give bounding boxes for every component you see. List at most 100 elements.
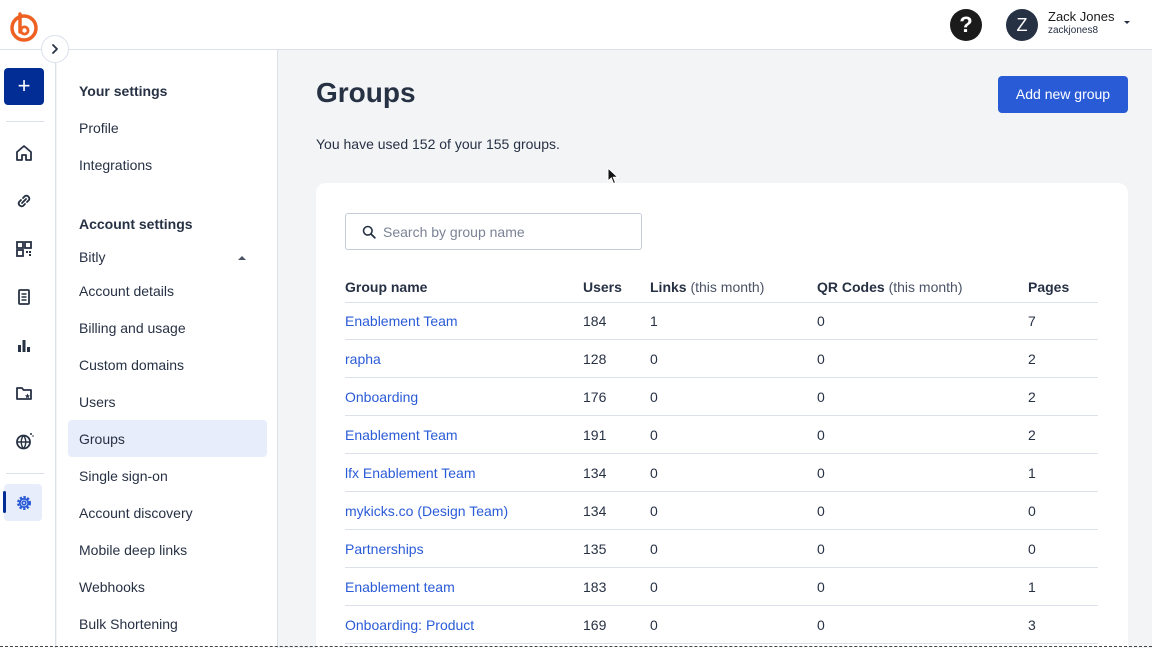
links-count: 0: [650, 465, 658, 481]
nav-item-bulk-shortening[interactable]: Bulk Shortening: [79, 616, 178, 632]
pages-count: 2: [1028, 351, 1036, 367]
caret-down-icon[interactable]: [1122, 17, 1132, 27]
column-header-sublabel: (this month): [686, 279, 765, 295]
group-name-link[interactable]: Enablement team: [345, 579, 455, 595]
table-row: lfx Enablement Team 134 0 0 1: [345, 454, 1098, 492]
column-header-label: Pages: [1028, 279, 1070, 295]
column-header-sublabel: (this month): [884, 279, 963, 295]
qr-codes-count: 0: [817, 427, 825, 443]
nav-item-mobile-deep-links[interactable]: Mobile deep links: [79, 542, 187, 558]
mouse-cursor-icon: [607, 167, 619, 185]
nav-item-account-discovery[interactable]: Account discovery: [79, 505, 193, 521]
analytics-icon[interactable]: [12, 333, 36, 357]
qr-codes-count: 0: [817, 465, 825, 481]
pages-count: 2: [1028, 389, 1036, 405]
links-count: 0: [650, 351, 658, 367]
links-count: 0: [650, 617, 658, 633]
pages-count: 1: [1028, 465, 1036, 481]
group-name-link[interactable]: lfx Enablement Team: [345, 465, 475, 481]
nav-item-groups[interactable]: Groups: [79, 431, 125, 447]
settings-icon[interactable]: [12, 491, 36, 515]
qr-codes-count: 0: [817, 579, 825, 595]
users-count: 183: [583, 579, 607, 595]
qr-codes-count: 0: [817, 617, 825, 633]
column-header-label: Users: [583, 279, 622, 295]
table-row: Onboarding 176 0 0 2: [345, 378, 1098, 416]
expand-sidebar-button[interactable]: [41, 35, 69, 63]
column-header-qr-codes[interactable]: QR Codes (this month): [817, 279, 963, 295]
rail-divider: [6, 121, 44, 122]
chevron-right-icon: [52, 44, 58, 54]
group-name-link[interactable]: Onboarding: [345, 389, 418, 405]
nav-item-account-details[interactable]: Account details: [79, 283, 174, 299]
column-header-label: QR Codes: [817, 279, 885, 295]
table-row: rapha 128 0 0 2: [345, 340, 1098, 378]
rail-divider: [6, 473, 44, 474]
page-edge: [0, 646, 1152, 647]
table-row: Enablement team 183 0 0 1: [345, 568, 1098, 606]
nav-item-billing-and-usage[interactable]: Billing and usage: [79, 320, 186, 336]
users-count: 176: [583, 389, 607, 405]
search-input[interactable]: [383, 215, 633, 248]
qr-codes-count: 0: [817, 351, 825, 367]
nav-item-custom-domains[interactable]: Custom domains: [79, 357, 184, 373]
search-icon: [362, 225, 376, 239]
pages-count: 0: [1028, 503, 1036, 519]
qr-codes-count: 0: [817, 503, 825, 519]
pages-count: 1: [1028, 579, 1036, 595]
pages-icon[interactable]: [12, 285, 36, 309]
group-name-link[interactable]: Enablement Team: [345, 313, 458, 329]
avatar[interactable]: Z: [1006, 9, 1038, 41]
add-new-group-button[interactable]: Add new group: [998, 76, 1128, 113]
qr-code-icon[interactable]: [12, 237, 36, 261]
links-count: 0: [650, 541, 658, 557]
search-box[interactable]: [345, 213, 642, 250]
table-row: Partnerships 135 0 0 0: [345, 530, 1098, 568]
users-count: 134: [583, 465, 607, 481]
users-count: 191: [583, 427, 607, 443]
group-name-link[interactable]: Partnerships: [345, 541, 424, 557]
rail-active-indicator: [3, 491, 6, 513]
users-count: 135: [583, 541, 607, 557]
table-row: Enablement Team 191 0 0 2: [345, 416, 1098, 454]
table-row: Onboarding: Product 169 0 0 3: [345, 606, 1098, 644]
column-header-users[interactable]: Users: [583, 279, 622, 295]
nav-item-profile[interactable]: Profile: [79, 120, 119, 136]
group-name-link[interactable]: Onboarding: Product: [345, 617, 474, 633]
custom-domains-icon[interactable]: [12, 429, 36, 453]
home-icon[interactable]: [12, 141, 36, 165]
qr-codes-count: 0: [817, 541, 825, 557]
users-count: 184: [583, 313, 607, 329]
nav-item-users[interactable]: Users: [79, 394, 116, 410]
nav-item-webhooks[interactable]: Webhooks: [79, 579, 145, 595]
column-header-label: Links: [650, 279, 687, 295]
help-icon[interactable]: ?: [950, 9, 982, 41]
links-count: 0: [650, 427, 658, 443]
pages-count: 7: [1028, 313, 1036, 329]
group-name-link[interactable]: rapha: [345, 351, 381, 367]
links-count: 0: [650, 503, 658, 519]
column-header-pages[interactable]: Pages: [1028, 279, 1069, 295]
pages-count: 0: [1028, 541, 1036, 557]
top-bar: ? Z Zack Jones zackjones8: [0, 0, 1152, 50]
campaigns-icon[interactable]: [12, 381, 36, 405]
create-new-button[interactable]: +: [4, 68, 44, 105]
caret-up-icon[interactable]: [236, 253, 248, 263]
group-name-link[interactable]: Enablement Team: [345, 427, 458, 443]
pages-count: 2: [1028, 427, 1036, 443]
qr-codes-count: 0: [817, 389, 825, 405]
nav-item-integrations[interactable]: Integrations: [79, 157, 152, 173]
users-count: 128: [583, 351, 607, 367]
nav-item-single-sign-on[interactable]: Single sign-on: [79, 468, 168, 484]
column-header-links[interactable]: Links (this month): [650, 279, 764, 295]
column-header-group-name[interactable]: Group name: [345, 279, 427, 295]
links-count: 0: [650, 579, 658, 595]
link-icon[interactable]: [12, 189, 36, 213]
bitly-logo-icon[interactable]: [8, 11, 40, 43]
your-settings-heading: Your settings: [79, 83, 168, 99]
group-name-link[interactable]: mykicks.co (Design Team): [345, 503, 508, 519]
links-count: 0: [650, 389, 658, 405]
account-switcher[interactable]: Bitly: [79, 249, 105, 265]
user-name[interactable]: Zack Jones: [1048, 9, 1114, 24]
groups-usage-text: You have used 152 of your 155 groups.: [316, 136, 560, 152]
